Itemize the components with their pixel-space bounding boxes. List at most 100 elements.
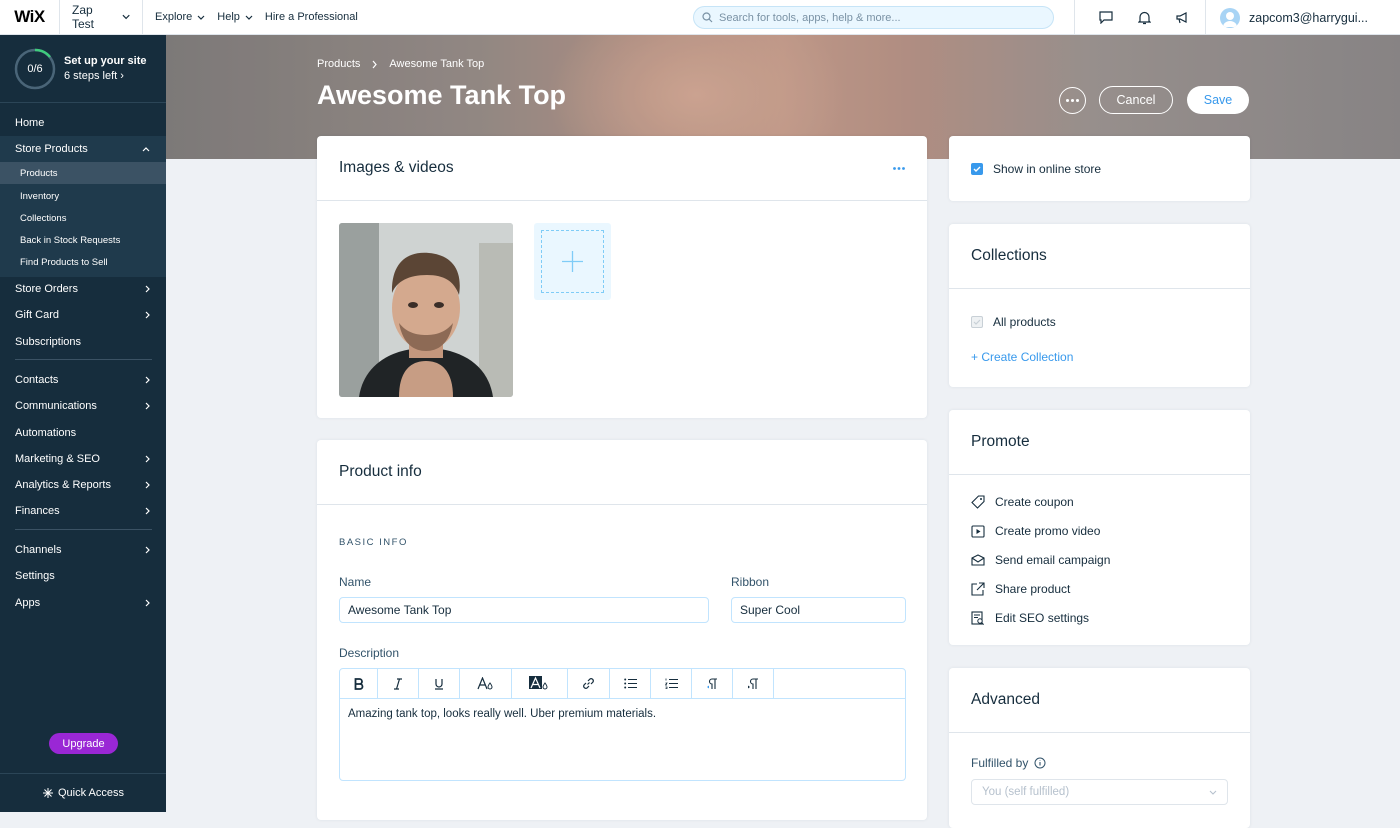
setup-progress[interactable]: 0/6 Set up your site 6 steps left › [0, 35, 166, 103]
sidebar-item-home[interactable]: Home [0, 110, 166, 136]
sidebar-item-products[interactable]: Products [0, 162, 166, 184]
sparkle-icon [42, 788, 53, 798]
checkbox-checked[interactable] [971, 163, 983, 175]
link-icon [583, 678, 594, 689]
numbered-list-icon [664, 678, 678, 689]
all-products-checkbox: All products [971, 315, 1056, 329]
chevron-down-icon [245, 15, 253, 20]
italic-button[interactable] [378, 669, 419, 698]
underline-button[interactable] [419, 669, 460, 698]
rtl-button[interactable] [733, 669, 774, 698]
name-field[interactable]: Awesome Tank Top [339, 597, 709, 623]
save-button[interactable]: Save [1187, 86, 1249, 114]
hire-professional-link[interactable]: Hire a Professional [265, 11, 358, 23]
upgrade-button[interactable]: Upgrade [49, 733, 118, 754]
sidebar-item-find-products[interactable]: Find Products to Sell [0, 251, 166, 273]
site-selector[interactable]: Zap Test [60, 0, 143, 35]
italic-icon [394, 677, 402, 690]
announcements-button[interactable] [1163, 0, 1201, 35]
ribbon-field[interactable]: Super Cool [731, 597, 906, 623]
sidebar-divider [15, 529, 152, 530]
create-coupon-link[interactable]: Create coupon [971, 495, 1074, 509]
breadcrumb-products[interactable]: Products [317, 58, 360, 70]
sidebar-item-channels[interactable]: Channels [0, 537, 166, 563]
sidebar-item-apps[interactable]: Apps [0, 590, 166, 616]
link-button[interactable] [568, 669, 610, 698]
chevron-right-icon [145, 285, 150, 293]
create-promo-video-link[interactable]: Create promo video [971, 524, 1100, 538]
ltr-button[interactable] [692, 669, 733, 698]
sidebar-item-automations[interactable]: Automations [0, 420, 166, 446]
images-card-title: Images & videos [339, 159, 454, 176]
description-editor[interactable]: Amazing tank top, looks really well. Ube… [339, 668, 906, 781]
collections-title: Collections [971, 247, 1047, 264]
notifications-button[interactable] [1125, 0, 1163, 35]
text-color-button[interactable] [460, 669, 512, 698]
add-media-button[interactable] [534, 223, 611, 300]
underline-icon [435, 678, 443, 690]
product-image[interactable] [339, 223, 513, 397]
chevron-right-icon [145, 376, 150, 384]
numbered-list-button[interactable] [651, 669, 692, 698]
email-icon [971, 554, 985, 566]
share-icon [971, 582, 985, 596]
chevron-up-icon [142, 146, 150, 151]
search-input[interactable]: Search for tools, apps, help & more... [693, 6, 1054, 29]
chevron-right-icon [145, 546, 150, 554]
editor-toolbar [340, 669, 905, 699]
sidebar-item-contacts[interactable]: Contacts [0, 367, 166, 393]
bell-icon [1137, 11, 1151, 24]
ribbon-label: Ribbon [731, 575, 770, 589]
sidebar-item-inventory[interactable]: Inventory [0, 185, 166, 207]
more-icon[interactable] [893, 166, 905, 170]
search-icon [702, 12, 713, 23]
sidebar-item-communications[interactable]: Communications [0, 393, 166, 419]
video-icon [971, 524, 985, 538]
sidebar-item-subscriptions[interactable]: Subscriptions [0, 329, 166, 355]
seo-icon [971, 611, 984, 625]
highlight-button[interactable] [512, 669, 568, 698]
quick-access-button[interactable]: Quick Access [0, 773, 166, 812]
more-icon [1066, 99, 1079, 102]
description-text[interactable]: Amazing tank top, looks really well. Ube… [340, 699, 905, 729]
account-menu[interactable]: zapcom3@harrygui... [1205, 0, 1368, 35]
chat-button[interactable] [1087, 0, 1125, 35]
cancel-button[interactable]: Cancel [1099, 86, 1173, 114]
sidebar-item-settings[interactable]: Settings [0, 563, 166, 589]
bold-button[interactable] [340, 669, 378, 698]
share-product-link[interactable]: Share product [971, 582, 1070, 596]
account-email: zapcom3@harrygui... [1249, 10, 1368, 25]
fulfilled-by-select[interactable]: You (self fulfilled) [971, 779, 1228, 805]
sidebar-item-back-in-stock[interactable]: Back in Stock Requests [0, 229, 166, 251]
help-menu[interactable]: Help [217, 11, 253, 23]
send-email-campaign-link[interactable]: Send email campaign [971, 553, 1110, 567]
visibility-card: Show in online store [949, 136, 1250, 201]
coupon-icon [971, 495, 985, 509]
top-bar: WiX Zap Test Explore Help Hire a Profess… [0, 0, 1400, 35]
sidebar-item-marketing-seo[interactable]: Marketing & SEO [0, 446, 166, 472]
sidebar-item-analytics[interactable]: Analytics & Reports [0, 472, 166, 498]
site-name: Zap Test [72, 3, 95, 31]
basic-info-heading: BASIC INFO [339, 537, 408, 548]
create-collection-link[interactable]: + Create Collection [971, 350, 1073, 364]
sidebar-item-collections[interactable]: Collections [0, 207, 166, 229]
sidebar-item-gift-card[interactable]: Gift Card [0, 302, 166, 328]
edit-seo-settings-link[interactable]: Edit SEO settings [971, 611, 1089, 625]
chevron-right-icon [145, 311, 150, 319]
chat-icon [1099, 11, 1113, 24]
promote-card: Promote Create coupon Create promo video… [949, 410, 1250, 645]
show-online-checkbox[interactable]: Show in online store [971, 162, 1101, 176]
sidebar-item-store-products[interactable]: Store Products [0, 136, 166, 162]
wix-logo[interactable]: WiX [0, 0, 60, 35]
checkbox-disabled [971, 316, 983, 328]
explore-menu[interactable]: Explore [155, 11, 205, 23]
sidebar-item-finances[interactable]: Finances [0, 498, 166, 524]
megaphone-icon [1176, 12, 1187, 24]
more-actions-button[interactable] [1059, 87, 1086, 114]
collections-card: Collections All products + Create Collec… [949, 224, 1250, 387]
bullet-list-button[interactable] [610, 669, 651, 698]
info-icon[interactable] [1034, 757, 1046, 769]
sidebar-item-store-orders[interactable]: Store Orders [0, 276, 166, 302]
fulfilled-by-label: Fulfilled by [971, 756, 1046, 770]
all-products-label: All products [993, 315, 1056, 329]
